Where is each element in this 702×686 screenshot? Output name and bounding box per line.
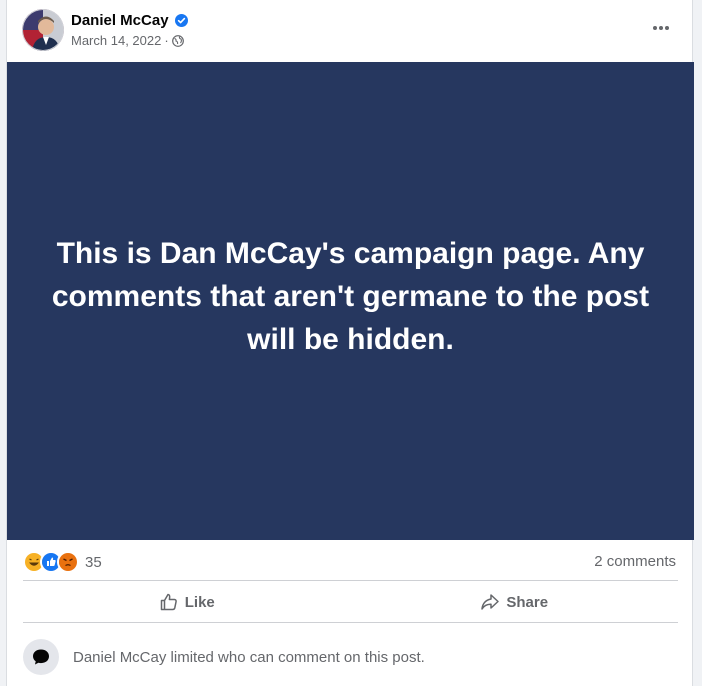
verified-badge-icon (174, 14, 188, 27)
post-image[interactable]: This is Dan McCay's campaign page. Any c… (7, 62, 694, 540)
reaction-count: 35 (85, 553, 102, 571)
post-header: Daniel McCay March 14, 2022 · (7, 0, 692, 62)
post-actions: Like Share (23, 582, 678, 622)
comments-count[interactable]: 2 comments (594, 553, 676, 570)
post-image-text: This is Dan McCay's campaign page. Any c… (51, 236, 650, 356)
thumbs-up-icon (160, 593, 177, 611)
post-meta: March 14, 2022 · (71, 33, 184, 48)
share-label: Share (506, 593, 549, 611)
divider (23, 580, 678, 581)
speech-bubble-icon (23, 639, 59, 675)
author-avatar[interactable] (22, 9, 64, 51)
post-stats: 35 2 comments (7, 547, 692, 575)
comment-limit-text: Daniel McCay limited who can comment on … (73, 648, 425, 666)
share-arrow-icon (481, 594, 500, 610)
more-options-icon (653, 26, 669, 30)
globe-icon[interactable] (171, 34, 184, 47)
like-label: Like (184, 593, 215, 611)
meta-separator: · (164, 33, 169, 48)
like-button[interactable]: Like (23, 582, 351, 622)
divider (23, 622, 678, 623)
post-card: Daniel McCay March 14, 2022 · This is Da… (6, 0, 694, 686)
more-options-button[interactable] (648, 15, 674, 41)
comment-limit-notice: Daniel McCay limited who can comment on … (23, 638, 425, 676)
share-button[interactable]: Share (351, 582, 679, 622)
author-row: Daniel McCay (71, 12, 188, 29)
post-date[interactable]: March 14, 2022 (71, 33, 161, 48)
reactions-summary[interactable]: 35 (23, 551, 102, 573)
author-name[interactable]: Daniel McCay (71, 12, 169, 29)
angry-reaction-icon (57, 551, 79, 573)
